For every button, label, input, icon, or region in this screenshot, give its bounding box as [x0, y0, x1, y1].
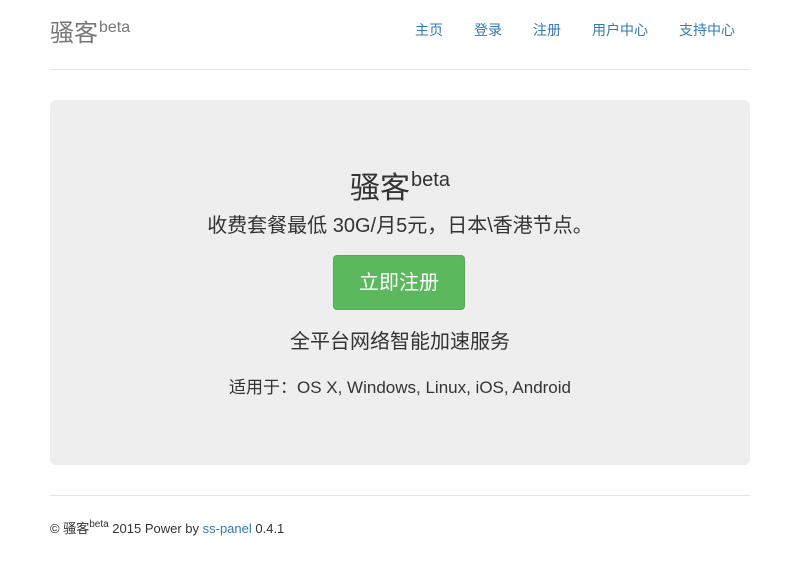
register-now-button[interactable]: 立即注册	[333, 255, 465, 310]
footer-copyright-brand: © 骚客	[50, 521, 90, 536]
top-nav: 主页 登录 注册 用户中心 支持中心	[384, 20, 750, 40]
nav-register[interactable]: 注册	[502, 20, 561, 40]
hero-title-text: 骚客	[350, 172, 411, 205]
brand-name: 骚客	[50, 20, 98, 47]
nav-login[interactable]: 登录	[443, 20, 502, 40]
nav-home[interactable]: 主页	[384, 20, 443, 40]
hero-platforms: 适用于：OS X, Windows, Linux, iOS, Android	[228, 378, 571, 397]
nav-user-center[interactable]: 用户中心	[561, 20, 648, 40]
hero-title: 骚客beta	[50, 162, 750, 207]
footer-copyright: © 骚客beta 2015 Power by ss-panel 0.4.1	[50, 516, 284, 538]
hero-title-beta: beta	[411, 169, 450, 191]
brand-logo[interactable]: 骚客beta	[50, 14, 130, 48]
footer-version: 0.4.1	[251, 521, 285, 536]
hero-subtitle: 全平台网络智能加速服务	[290, 331, 510, 353]
footer-year-power: 2015 Power by	[108, 521, 203, 536]
ss-panel-link[interactable]: ss-panel	[203, 521, 252, 536]
nav-support-center[interactable]: 支持中心	[648, 20, 750, 40]
page-container: 骚客beta 主页 登录 注册 用户中心 支持中心 骚客beta 收费套餐最低 …	[50, 0, 750, 563]
footer: © 骚客beta 2015 Power by ss-panel 0.4.1	[50, 495, 750, 563]
header: 骚客beta 主页 登录 注册 用户中心 支持中心	[50, 0, 750, 70]
brand-beta: beta	[99, 19, 131, 36]
hero-lead: 收费套餐最低 30G/月5元，日本\香港节点。	[207, 215, 593, 237]
hero-jumbotron: 骚客beta 收费套餐最低 30G/月5元，日本\香港节点。 立即注册 全平台网…	[50, 100, 750, 465]
footer-brand-beta: beta	[89, 519, 109, 530]
